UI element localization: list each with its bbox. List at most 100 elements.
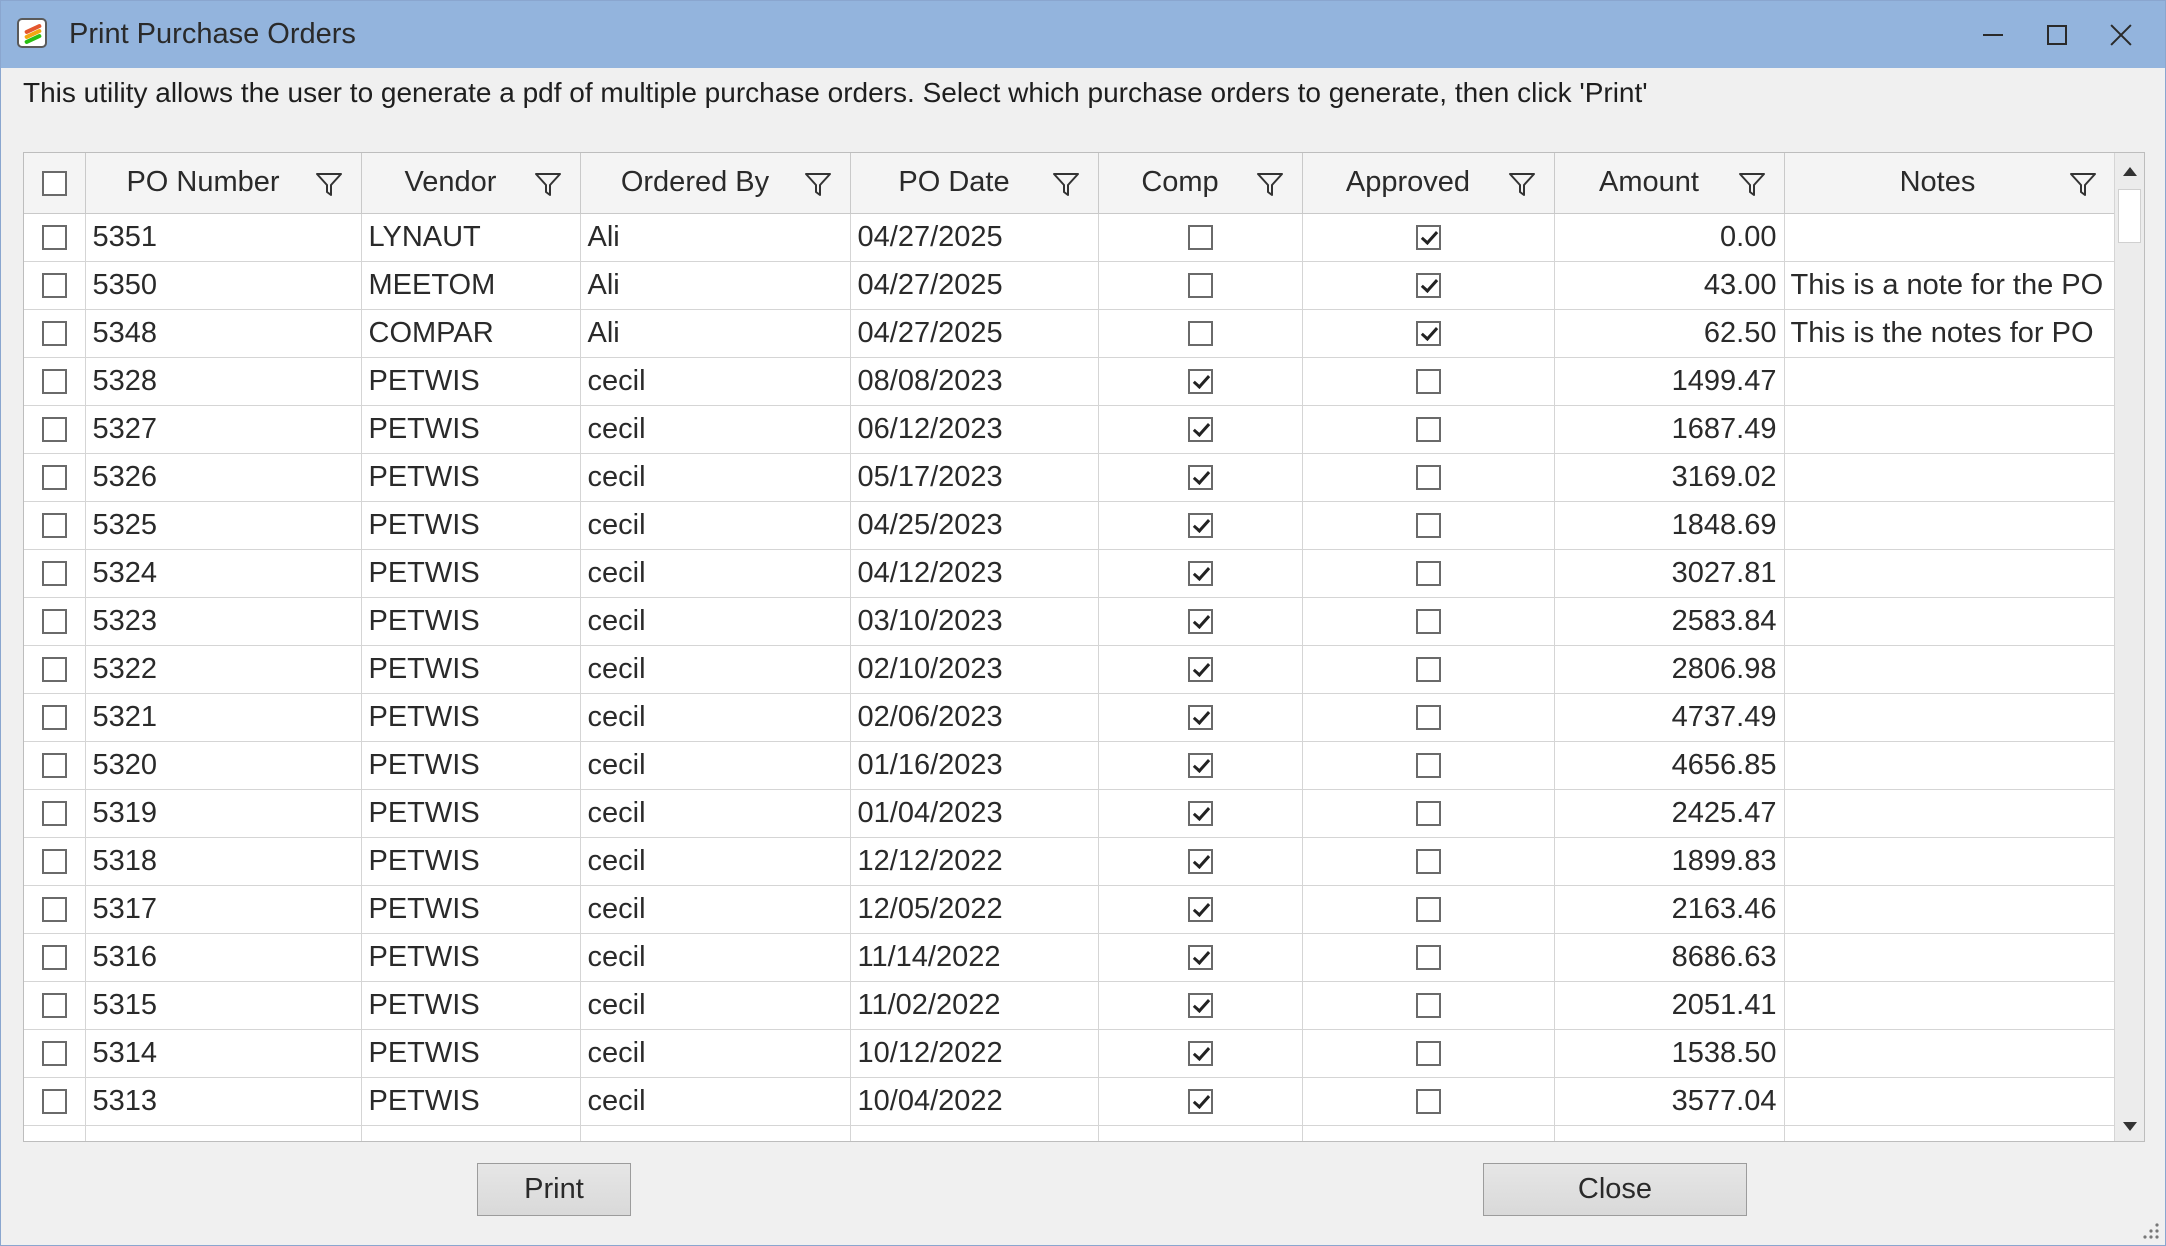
po-date-cell: 02/06/2023 <box>850 693 1099 742</box>
approved-cell <box>1302 837 1555 886</box>
row-select-checkbox[interactable] <box>41 705 67 731</box>
comp-cell <box>1098 1029 1303 1078</box>
table-row[interactable]: 5322 PETWIS cecil 02/10/2023 2806.98 <box>24 645 2116 694</box>
filter-icon[interactable] <box>1738 172 1766 198</box>
column-header-approved[interactable]: Approved <box>1302 153 1555 214</box>
row-select-checkbox[interactable] <box>41 465 67 491</box>
row-select-checkbox[interactable] <box>41 897 67 923</box>
table-row[interactable]: 5324 PETWIS cecil 04/12/2023 3027.81 <box>24 549 2116 598</box>
filter-icon[interactable] <box>315 172 343 198</box>
column-header-po-date[interactable]: PO Date <box>850 153 1099 214</box>
table-row[interactable]: 5320 PETWIS cecil 01/16/2023 4656.85 <box>24 741 2116 790</box>
row-select-checkbox[interactable] <box>41 1089 67 1115</box>
column-header-amount[interactable]: Amount <box>1554 153 1785 214</box>
row-select-checkbox[interactable] <box>41 513 67 539</box>
title-bar[interactable]: Print Purchase Orders <box>1 1 2165 68</box>
table-row[interactable]: 5326 PETWIS cecil 05/17/2023 3169.02 <box>24 453 2116 502</box>
approved-checkbox <box>1415 801 1441 827</box>
row-select-checkbox[interactable] <box>41 945 67 971</box>
filter-icon[interactable] <box>534 172 562 198</box>
print-button[interactable]: Print <box>477 1163 631 1216</box>
filter-icon[interactable] <box>2069 172 2097 198</box>
approved-cell <box>1302 789 1555 838</box>
partial-cell <box>1784 1125 2116 1141</box>
row-select-checkbox[interactable] <box>41 225 67 251</box>
comp-cell <box>1098 981 1303 1030</box>
row-select-cell <box>24 885 86 934</box>
amount-cell: 1687.49 <box>1554 405 1785 454</box>
notes-cell <box>1784 885 2116 934</box>
table-row[interactable]: 5319 PETWIS cecil 01/04/2023 2425.47 <box>24 789 2116 838</box>
approved-checkbox <box>1415 321 1441 347</box>
column-header-notes[interactable]: Notes <box>1784 153 2116 214</box>
table-row[interactable]: 5328 PETWIS cecil 08/08/2023 1499.47 <box>24 357 2116 406</box>
scroll-down-icon[interactable] <box>2123 1122 2137 1131</box>
column-header-vendor[interactable]: Vendor <box>361 153 581 214</box>
row-select-checkbox[interactable] <box>41 609 67 635</box>
select-all-checkbox[interactable] <box>41 171 67 197</box>
maximize-button[interactable] <box>2025 1 2089 68</box>
table-row[interactable]: 5351 LYNAUT Ali 04/27/2025 0.00 <box>24 213 2116 262</box>
table-row[interactable]: 5327 PETWIS cecil 06/12/2023 1687.49 <box>24 405 2116 454</box>
po-date-cell: 11/02/2022 <box>850 981 1099 1030</box>
row-select-checkbox[interactable] <box>41 753 67 779</box>
row-select-checkbox[interactable] <box>41 993 67 1019</box>
po-date-cell: 01/04/2023 <box>850 789 1099 838</box>
minimize-button[interactable] <box>1961 1 2025 68</box>
comp-cell <box>1098 597 1303 646</box>
row-select-checkbox[interactable] <box>41 417 67 443</box>
row-select-cell <box>24 1029 86 1078</box>
utility-description: This utility allows the user to generate… <box>23 77 1648 108</box>
approved-checkbox <box>1415 513 1441 539</box>
filter-icon[interactable] <box>804 172 832 198</box>
resize-grip-icon[interactable] <box>2137 1217 2161 1241</box>
table-row[interactable]: 5323 PETWIS cecil 03/10/2023 2583.84 <box>24 597 2116 646</box>
row-select-checkbox[interactable] <box>41 849 67 875</box>
scrollbar-thumb[interactable] <box>2118 189 2141 243</box>
row-select-checkbox[interactable] <box>41 369 67 395</box>
approved-cell <box>1302 597 1555 646</box>
approved-checkbox <box>1415 273 1441 299</box>
table-row[interactable]: 5318 PETWIS cecil 12/12/2022 1899.83 <box>24 837 2116 886</box>
amount-cell: 1848.69 <box>1554 501 1785 550</box>
filter-icon[interactable] <box>1052 172 1080 198</box>
column-header-po-number[interactable]: PO Number <box>85 153 362 214</box>
table-row[interactable]: 5313 PETWIS cecil 10/04/2022 3577.04 <box>24 1077 2116 1126</box>
row-select-checkbox[interactable] <box>41 1041 67 1067</box>
row-select-cell <box>24 789 86 838</box>
row-select-checkbox[interactable] <box>41 801 67 827</box>
row-select-checkbox[interactable] <box>41 273 67 299</box>
column-header-ordered-by[interactable]: Ordered By <box>580 153 851 214</box>
notes-cell <box>1784 837 2116 886</box>
table-row[interactable]: 5321 PETWIS cecil 02/06/2023 4737.49 <box>24 693 2116 742</box>
filter-icon[interactable] <box>1256 172 1284 198</box>
comp-checkbox <box>1187 1041 1213 1067</box>
table-row[interactable]: 5316 PETWIS cecil 11/14/2022 8686.63 <box>24 933 2116 982</box>
table-row[interactable]: 5348 COMPAR Ali 04/27/2025 62.50 This is the … <box>24 309 2116 358</box>
po-number-cell: 5313 <box>85 1077 362 1126</box>
table-row[interactable]: 5350 MEETOM Ali 04/27/2025 43.00 This is a no… <box>24 261 2116 310</box>
notes-cell <box>1784 213 2116 262</box>
close-button[interactable]: Close <box>1483 1163 1747 1216</box>
filter-icon[interactable] <box>1508 172 1536 198</box>
row-select-checkbox[interactable] <box>41 657 67 683</box>
scroll-up-icon[interactable] <box>2123 167 2137 176</box>
table-row[interactable]: 5315 PETWIS cecil 11/02/2022 2051.41 <box>24 981 2116 1030</box>
vertical-scrollbar[interactable] <box>2114 153 2144 1141</box>
comp-checkbox <box>1187 369 1213 395</box>
table-row[interactable]: 5325 PETWIS cecil 04/25/2023 1848.69 <box>24 501 2116 550</box>
vendor-cell: PETWIS <box>361 549 581 598</box>
notes-cell: This is a note for the PO <box>1784 261 2116 310</box>
row-select-checkbox[interactable] <box>41 321 67 347</box>
column-header-comp[interactable]: Comp <box>1098 153 1303 214</box>
po-number-cell: 5317 <box>85 885 362 934</box>
table-row-partial[interactable] <box>24 1125 2116 1141</box>
header-row: PO Number Vendor Ordered By PO Date Comp… <box>24 153 2116 214</box>
vendor-cell: PETWIS <box>361 597 581 646</box>
table-row[interactable]: 5317 PETWIS cecil 12/05/2022 2163.46 <box>24 885 2116 934</box>
table-row[interactable]: 5314 PETWIS cecil 10/12/2022 1538.50 <box>24 1029 2116 1078</box>
comp-checkbox <box>1187 801 1213 827</box>
row-select-checkbox[interactable] <box>41 561 67 587</box>
close-window-button[interactable] <box>2089 1 2153 68</box>
amount-cell: 2806.98 <box>1554 645 1785 694</box>
